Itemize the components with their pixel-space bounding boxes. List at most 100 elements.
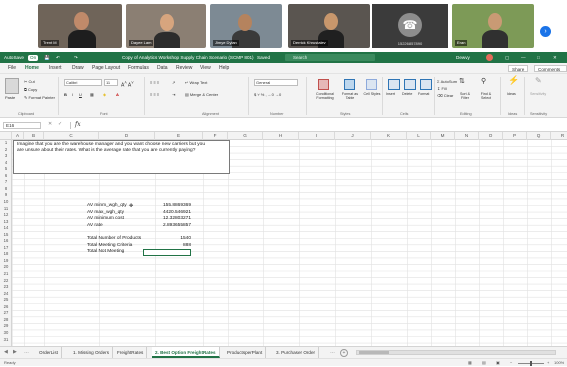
find-select-icon[interactable]: ⚲ <box>481 78 486 85</box>
formula-input[interactable] <box>88 122 558 129</box>
save-icon[interactable]: 💾 <box>44 52 50 63</box>
align-left-icon[interactable]: ≡ ≡ ≡ <box>150 92 159 97</box>
format-painter-button[interactable]: ✎ Format Painter <box>24 95 55 100</box>
tab-data[interactable]: Data <box>157 63 168 74</box>
maximize-icon[interactable]: □ <box>537 52 540 63</box>
column-header[interactable]: C <box>44 132 99 140</box>
conditional-formatting-button[interactable]: Conditional Formatting <box>310 92 340 100</box>
share-button[interactable]: Share <box>508 65 529 72</box>
orientation-icon[interactable]: ↗ <box>172 80 175 85</box>
cell-styles-button[interactable]: Cell Styles <box>362 92 382 96</box>
name-box[interactable]: E16 <box>3 122 41 129</box>
cancel-entry-icon[interactable]: ✕ <box>48 121 52 127</box>
close-icon[interactable]: ✕ <box>553 52 557 63</box>
font-color-icon[interactable]: A <box>116 92 119 97</box>
saved-state[interactable]: Saved <box>257 52 270 63</box>
column-header[interactable]: Q <box>527 132 551 140</box>
tab-review[interactable]: Review <box>176 63 192 74</box>
column-header[interactable]: F <box>203 132 228 140</box>
tab-draw[interactable]: Draw <box>72 63 84 74</box>
sheet-tab-active[interactable]: 2. Best Option FreightRates <box>152 347 220 358</box>
autosave-toggle[interactable]: On <box>28 54 39 61</box>
prev-sheet-icon[interactable]: ◀ <box>4 347 8 358</box>
zoom-slider[interactable] <box>518 361 544 366</box>
insert-function-icon[interactable]: fx <box>75 121 81 128</box>
more-sheets-icon[interactable]: … <box>24 347 29 358</box>
tab-help[interactable]: Help <box>219 63 229 74</box>
format-cells-button[interactable]: Format <box>418 92 429 97</box>
worksheet-grid[interactable]: ABCDEFGHIJKLMNOPQRST 1234567891011121314… <box>0 132 567 346</box>
ideas-icon[interactable]: ⚡ <box>508 76 519 85</box>
italic-icon[interactable]: I <box>72 92 73 97</box>
participant-video-tile[interactable]: Derrick Khrustalev <box>288 4 370 48</box>
column-header[interactable]: I <box>299 132 335 140</box>
column-header[interactable]: O <box>479 132 503 140</box>
confirm-entry-icon[interactable]: ✓ <box>58 121 62 127</box>
redo-icon[interactable]: ↷ <box>74 52 78 63</box>
tab-view[interactable]: View <box>200 63 211 74</box>
cell-styles-icon[interactable] <box>366 79 377 90</box>
column-header[interactable]: B <box>24 132 44 140</box>
row-header[interactable]: 30 <box>0 330 12 337</box>
fill-button[interactable]: ↧ Fill <box>437 86 447 91</box>
wrap-text-button[interactable]: ↵ Wrap Text <box>185 80 207 85</box>
sensitivity-button[interactable]: Sensitivity <box>530 92 546 97</box>
borders-icon[interactable]: ▦ <box>90 92 94 97</box>
row-header[interactable]: 5 <box>0 166 12 173</box>
indent-icon[interactable]: ⇥ <box>172 92 175 97</box>
next-sheet-icon[interactable]: ▶ <box>13 347 17 358</box>
delete-cells-icon[interactable] <box>404 79 416 90</box>
sensitivity-icon[interactable]: ✎ <box>535 77 542 85</box>
align-top-icon[interactable]: ≡ ≡ ≡ <box>150 80 159 85</box>
undo-icon[interactable]: ↶ <box>56 52 60 63</box>
participant-video-tile[interactable]: Eran <box>452 4 534 48</box>
sheet-tab[interactable]: OrderList <box>36 347 62 358</box>
insert-cells-icon[interactable] <box>388 79 400 90</box>
insert-cells-button[interactable]: Insert <box>386 92 395 97</box>
next-participants-button[interactable]: › <box>540 26 551 37</box>
column-header[interactable]: E <box>155 132 203 140</box>
copy-button[interactable]: ⧉ Copy <box>24 87 37 92</box>
column-header[interactable]: L <box>407 132 431 140</box>
delete-cells-button[interactable]: Delete <box>402 92 412 97</box>
horizontal-scrollbar[interactable] <box>356 350 556 355</box>
participant-video-tile[interactable]: Jimye Dylan <box>210 4 282 48</box>
column-header[interactable]: J <box>335 132 371 140</box>
column-header[interactable]: M <box>431 132 455 140</box>
sort-filter-icon[interactable]: ⇅ <box>459 78 465 85</box>
user-name[interactable]: Dewvy <box>456 52 470 63</box>
sheet-tab[interactable]: FreightRates <box>114 347 148 358</box>
format-as-table-icon[interactable] <box>344 79 355 90</box>
sheet-tab[interactable]: 1. Missing Orders <box>70 347 113 358</box>
column-header[interactable]: H <box>263 132 299 140</box>
ideas-button[interactable]: Ideas <box>507 92 516 97</box>
column-header[interactable]: P <box>503 132 527 140</box>
tab-file[interactable]: File <box>8 63 16 74</box>
zoom-slider-thumb[interactable] <box>530 361 532 366</box>
sort-filter-button[interactable]: Sort & Filter <box>456 92 474 100</box>
row-header[interactable]: 15 <box>0 232 12 239</box>
format-cells-icon[interactable] <box>420 79 432 90</box>
participant-video-tile[interactable]: Dayee Lam <box>126 4 206 48</box>
column-header[interactable]: A <box>12 132 24 140</box>
comments-button[interactable]: Comments <box>534 65 567 72</box>
format-as-table-button[interactable]: Format as Table <box>338 92 362 100</box>
tab-insert[interactable]: Insert <box>49 63 62 74</box>
font-name-select[interactable]: Calibri <box>64 79 102 86</box>
minimize-icon[interactable]: — <box>521 52 526 63</box>
row-header[interactable]: 25 <box>0 297 12 304</box>
fill-color-icon[interactable]: ◈ <box>103 92 106 97</box>
question-note-box[interactable]: Imagine that you are the warehouse manag… <box>13 140 230 174</box>
ribbon-display-icon[interactable]: ▢ <box>505 52 509 63</box>
number-format-select[interactable]: General <box>254 79 298 86</box>
scrollbar-thumb[interactable] <box>359 351 389 354</box>
column-header[interactable]: R <box>551 132 567 140</box>
cut-button[interactable]: ✂ Cut <box>24 79 35 84</box>
grow-font-icon[interactable]: A˄ A˅ <box>121 80 134 89</box>
font-size-select[interactable]: 11 <box>104 79 118 86</box>
sheet-tab[interactable]: 3. Purchaser Order <box>273 347 320 358</box>
tab-formulas[interactable]: Formulas <box>128 63 149 74</box>
row-header[interactable]: 20 <box>0 264 12 271</box>
participant-video-tile[interactable]: Trent M <box>38 4 122 48</box>
column-header[interactable]: N <box>455 132 479 140</box>
